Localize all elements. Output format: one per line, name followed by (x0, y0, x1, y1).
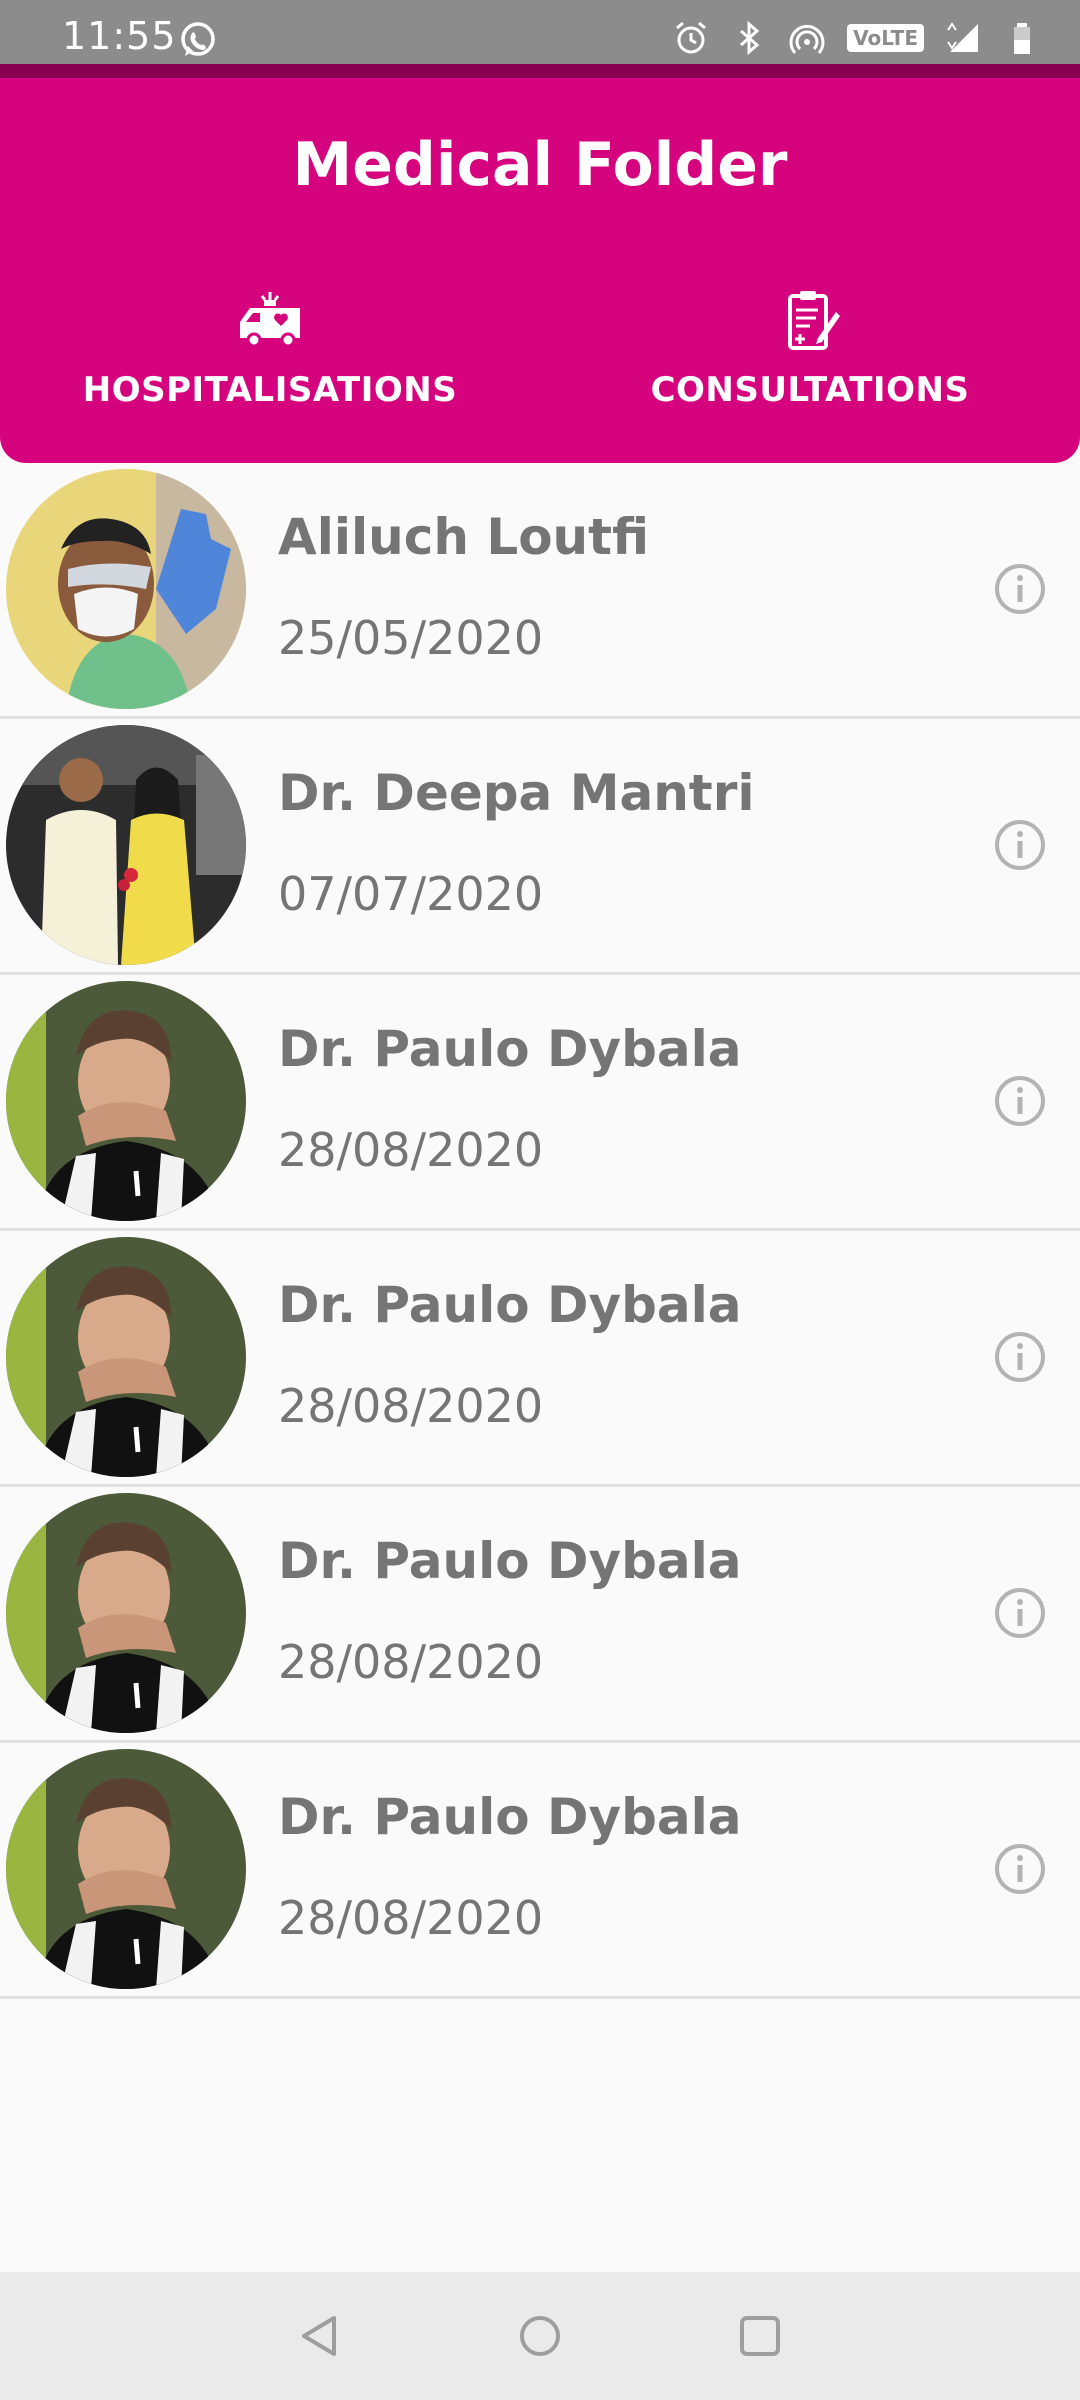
bluetooth-icon (740, 20, 760, 56)
info-icon[interactable] (992, 1841, 1048, 1897)
tab-consultations-label: CONSULTATIONS (650, 370, 970, 410)
volte-badge: VoLTE (847, 24, 924, 52)
signal-icon (947, 22, 978, 52)
avatar-photo-footballer (6, 1749, 246, 1989)
ambulance-icon (240, 292, 300, 348)
avatar (6, 1237, 246, 1477)
tab-hospitalisations[interactable]: HOSPITALISATIONS (0, 288, 540, 410)
info-icon[interactable] (992, 1585, 1048, 1641)
avatar (6, 1493, 246, 1733)
tab-hospitalisations-label: HOSPITALISATIONS (82, 370, 458, 410)
list-item[interactable]: Aliluch Loutfi 25/05/2020 (0, 463, 1080, 719)
doctor-name: Dr. Paulo Dybala (278, 1020, 742, 1078)
hotspot-icon (789, 24, 825, 54)
list-item[interactable]: Dr. Paulo Dybala 28/08/2020 (0, 1487, 1080, 1743)
doctor-name: Dr. Deepa Mantri (278, 764, 755, 822)
status-bar: 11:55 VoLTE (0, 0, 1080, 64)
doctor-name: Dr. Paulo Dybala (278, 1788, 742, 1846)
battery-icon (1014, 23, 1030, 54)
consultation-list: Aliluch Loutfi 25/05/2020 Dr. Deepa Mant (0, 463, 1080, 1999)
avatar-photo-footballer (6, 1493, 246, 1733)
info-icon[interactable] (992, 1073, 1048, 1129)
consultation-date: 28/08/2020 (278, 1635, 544, 1689)
doctor-name: Aliluch Loutfi (278, 508, 650, 566)
consultation-date: 28/08/2020 (278, 1123, 544, 1177)
page-title: Medical Folder (292, 130, 788, 200)
status-time: 11:55 (62, 14, 177, 58)
alarm-icon (676, 21, 707, 54)
avatar (6, 1749, 246, 1989)
avatar-photo-couple (6, 725, 246, 965)
clipboard-prescription-icon (788, 291, 840, 350)
list-item[interactable]: Dr. Deepa Mantri 07/07/2020 (0, 719, 1080, 975)
avatar-photo-footballer (6, 981, 246, 1221)
avatar-photo-person-masked (6, 469, 246, 709)
home-circle-icon[interactable] (510, 2306, 570, 2366)
doctor-name: Dr. Paulo Dybala (278, 1532, 742, 1590)
avatar (6, 469, 246, 709)
status-icons: VoLTE (673, 18, 1040, 58)
list-item[interactable]: Dr. Paulo Dybala 28/08/2020 (0, 975, 1080, 1231)
tab-consultations[interactable]: CONSULTATIONS (540, 288, 1080, 410)
consultation-date: 07/07/2020 (278, 867, 544, 921)
info-icon[interactable] (992, 817, 1048, 873)
consultation-date: 28/08/2020 (278, 1379, 544, 1433)
list-item[interactable]: Dr. Paulo Dybala 28/08/2020 (0, 1231, 1080, 1487)
consultation-date: 28/08/2020 (278, 1891, 544, 1945)
info-icon[interactable] (992, 1329, 1048, 1385)
consultation-date: 25/05/2020 (278, 611, 544, 665)
system-nav-bar (0, 2272, 1080, 2400)
app-header: Medical Folder HOSPITALISATIONS CONSULTA… (0, 78, 1080, 463)
whatsapp-icon (181, 22, 215, 56)
avatar (6, 981, 246, 1221)
list-item[interactable]: Dr. Paulo Dybala 28/08/2020 (0, 1743, 1080, 1999)
avatar (6, 725, 246, 965)
info-icon[interactable] (992, 561, 1048, 617)
recents-square-icon[interactable] (730, 2306, 790, 2366)
header-accent-strip (0, 64, 1080, 78)
doctor-name: Dr. Paulo Dybala (278, 1276, 742, 1334)
back-triangle-icon[interactable] (290, 2306, 350, 2366)
avatar-photo-footballer (6, 1237, 246, 1477)
